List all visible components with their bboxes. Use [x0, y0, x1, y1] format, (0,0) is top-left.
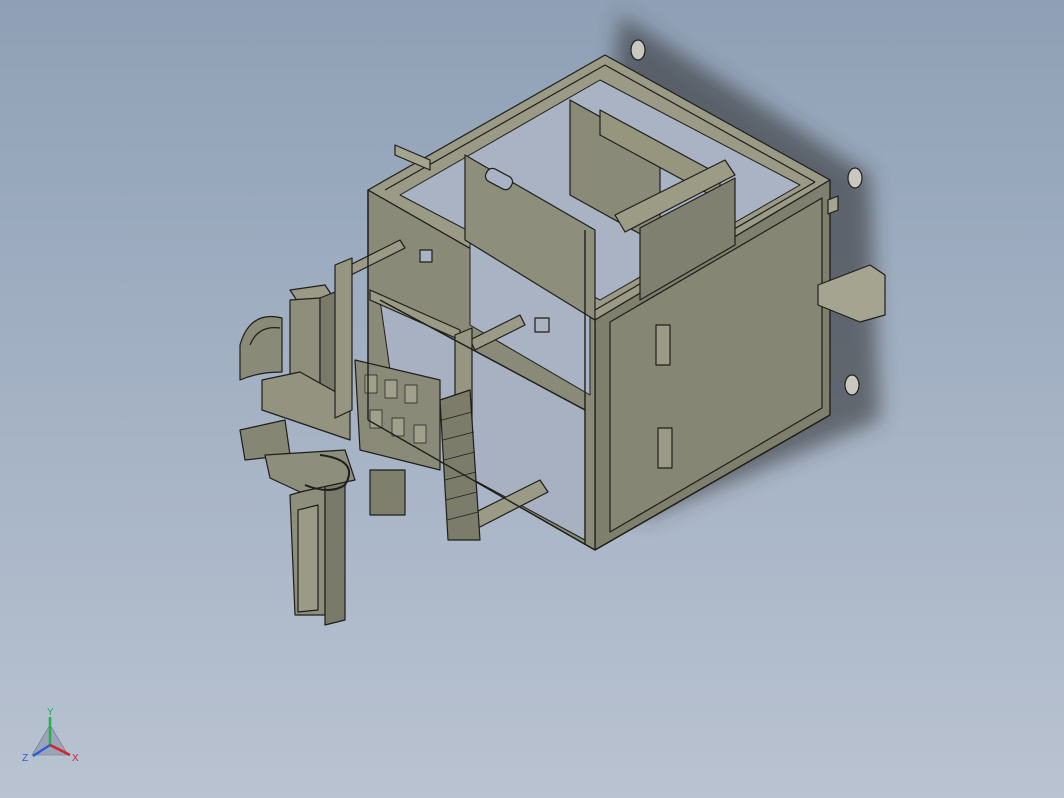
- y-axis-label: Y: [47, 707, 54, 718]
- x-axis-label: X: [72, 753, 79, 764]
- cad-viewport[interactable]: Y X Z: [0, 0, 1064, 798]
- orientation-triad: Y X Z: [22, 707, 79, 764]
- z-axis-label: Z: [22, 753, 28, 764]
- rotary-motor: [239, 316, 283, 381]
